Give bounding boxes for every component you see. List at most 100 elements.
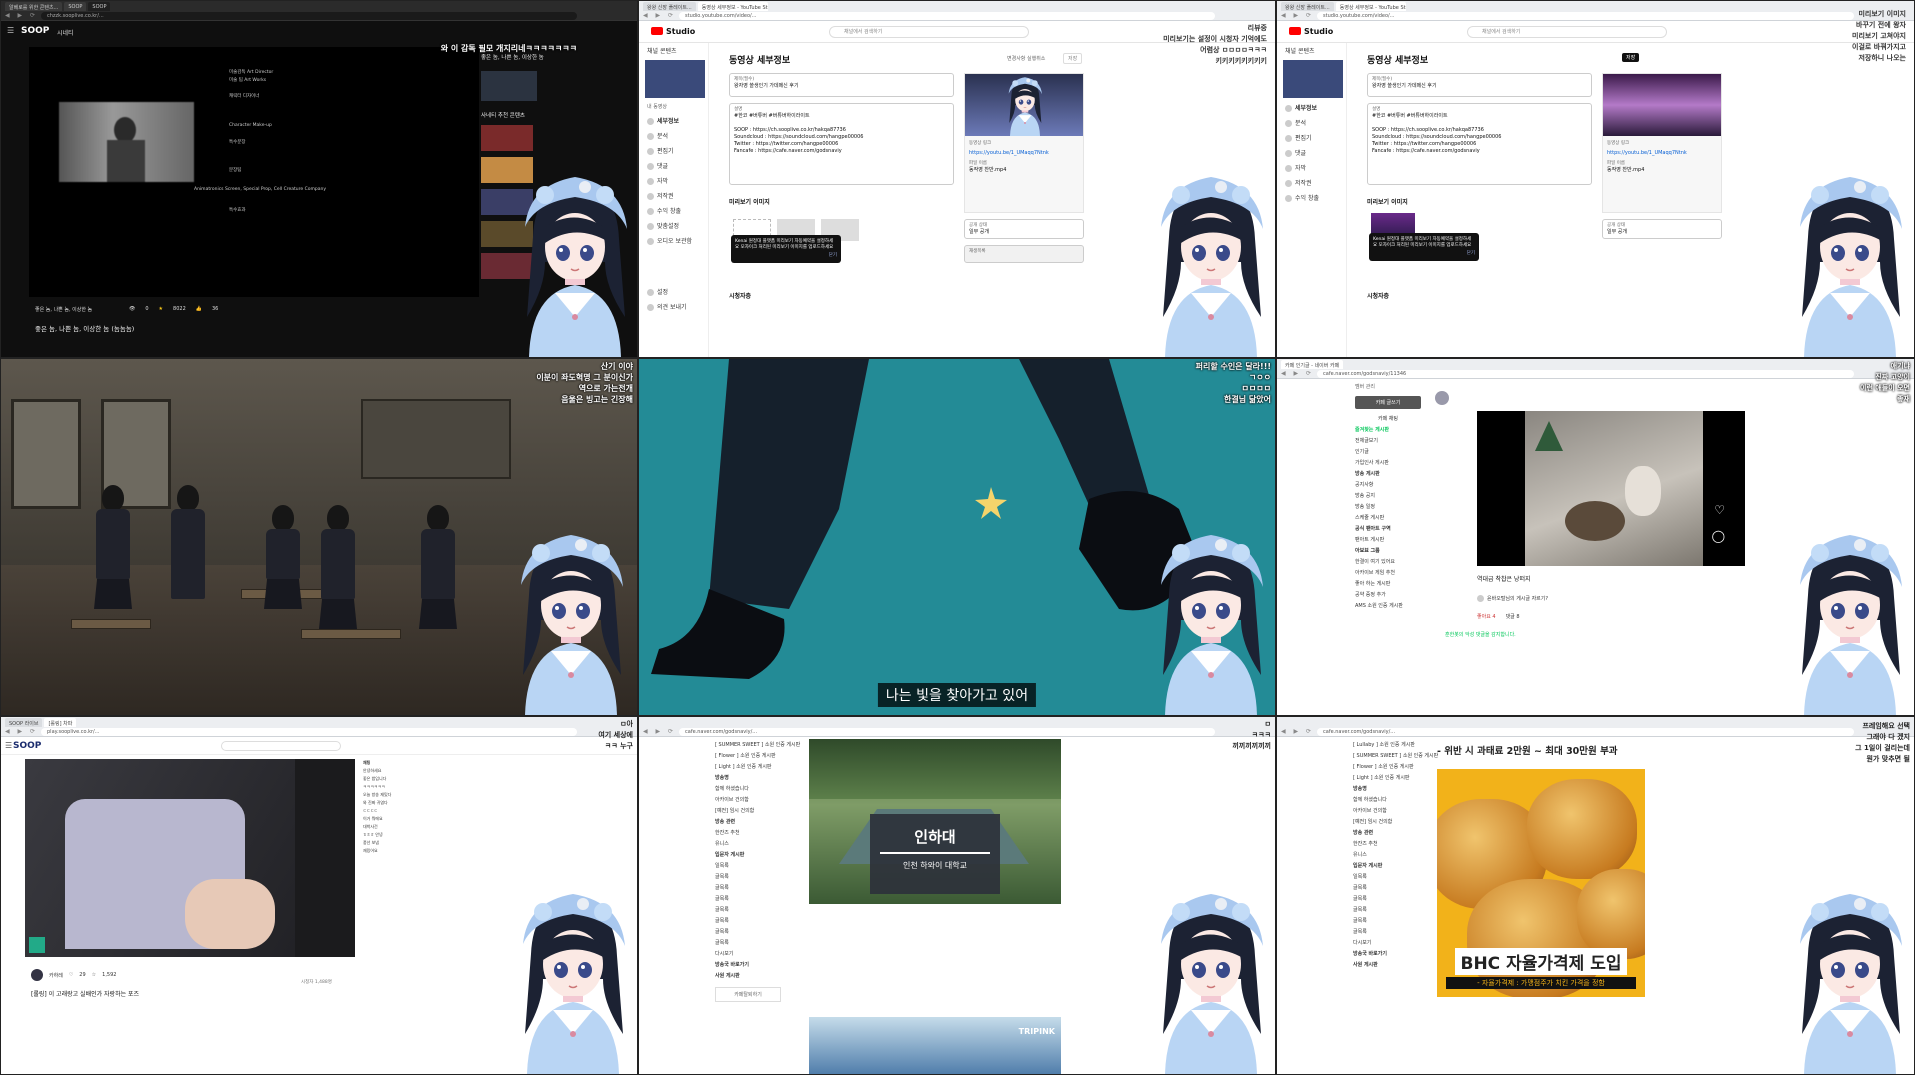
address-bar[interactable]: play.sooplive.co.kr/... [41,728,577,736]
board-link[interactable]: 한잔즈 추천 [1351,838,1421,849]
sidebar-item-copyright[interactable]: 저작권 [639,188,708,203]
board-link[interactable]: 다시보기 [1351,937,1421,948]
sidebar-item-settings[interactable]: 설정 [639,284,708,299]
soop-logo[interactable]: SOOP [21,26,49,36]
video-preview[interactable] [965,74,1083,136]
save-button[interactable]: 저장 [1622,53,1640,62]
heart-icon[interactable]: ♡ [69,972,73,978]
menu-icon[interactable]: ☰ [5,741,12,750]
board-link[interactable]: 사원 게시판 [1351,959,1421,970]
nav-buttons[interactable]: ◀ ▶ ⟳ [643,728,676,735]
board-link[interactable]: 글목록 [1351,904,1421,915]
board-link[interactable]: 팬아트 게시판 [1353,534,1423,545]
undo-button[interactable]: 변경사항 실행취소 [1007,55,1045,62]
soop-logo[interactable]: SOOP [13,741,41,751]
comment-count[interactable]: 댓글 8 [1506,613,1520,620]
sidebar-item-audio[interactable]: 오디오 보관함 [639,233,708,248]
sidebar-item-copyright[interactable]: 저작권 [1277,175,1346,190]
board-link[interactable]: [예전] 임시 건의함 [713,805,783,816]
visibility-select[interactable]: 공개 상태 일부 공개 [1602,219,1722,239]
sidebar-item-subtitles[interactable]: 자막 [639,173,708,188]
address-bar[interactable]: studio.youtube.com/video/... [1317,12,1854,20]
side-thumbnail[interactable] [481,71,537,101]
address-bar[interactable]: cafe.naver.com/godsnaviy/... [679,728,1215,736]
sidebar-item-comments[interactable]: 댓글 [1277,145,1346,160]
leave-cafe-button[interactable]: 카페탈퇴하기 [715,987,781,1002]
board-link[interactable]: [ Flower ] 소원 인증 게시판 [1351,761,1421,772]
streamer-name[interactable]: 카하레 [49,972,63,979]
star-icon[interactable]: ☆ [92,972,96,978]
board-link[interactable]: 글목록 [1351,893,1421,904]
board-link[interactable]: 공지사항 [1353,479,1423,490]
sidebar-item-earn[interactable]: 수익 창출 [1277,190,1346,205]
browser-tab[interactable]: 왕왕 신장 플레이트... [1281,2,1334,11]
board-link[interactable]: [ SUMMER SWEET ] 소원 인증 게시판 [713,739,800,750]
sidebar-item-comments[interactable]: 댓글 [639,158,708,173]
board-link[interactable]: 한결이 여기 있어요 [1353,556,1423,567]
video-player[interactable]: ♡ ◯ [1477,411,1745,566]
heart-icon[interactable]: ♡ [1714,503,1725,517]
video-preview[interactable] [1603,74,1721,136]
address-bar[interactable]: cafe.naver.com/godsnaviy/11346 [1317,370,1854,378]
board-link[interactable]: 글목록 [713,882,783,893]
board-link[interactable]: 전체글보기 [1353,435,1423,446]
sidebar-item-editor[interactable]: 편집기 [639,143,708,158]
studio-logo[interactable]: Studio [651,27,695,36]
browser-tab[interactable]: 왕왕 신장 플레이트... [643,2,696,11]
stream-player[interactable] [25,759,355,957]
rec-thumbnail[interactable] [481,125,533,151]
sidebar-item-custom[interactable]: 맞춤설정 [639,218,708,233]
board-link[interactable]: 아카이브 건의함 [1351,805,1421,816]
board-link[interactable]: 공약 증정 추가 [1353,589,1423,600]
title-field[interactable]: 제목(필수) 왕자영 쓸생인기 가데메신 후기 [729,73,954,97]
popup-close-button[interactable]: 닫기 [735,253,837,259]
board-link[interactable]: 사원 게시판 [713,970,783,981]
board-link[interactable]: 글목록 [713,915,783,926]
sidebar-back[interactable]: 채널 콘텐츠 [1277,43,1346,58]
nav-buttons[interactable]: ◀ ▶ ⟳ [5,12,38,19]
board-link[interactable]: 아카이브 건의함 [713,794,783,805]
avatar[interactable] [31,969,43,981]
browser-tab[interactable]: [롤링] 차파 [44,718,77,727]
board-link[interactable]: 일목록 [1351,871,1421,882]
comment-icon[interactable]: ◯ [1712,529,1725,543]
menu-icon[interactable]: ☰ [7,26,14,35]
sidebar-item-analytics[interactable]: 분석 [1277,115,1346,130]
board-link[interactable]: 글목록 [713,904,783,915]
cafe-write-button[interactable]: 카페 글쓰기 [1355,396,1421,409]
address-bar[interactable]: cafe.naver.com/godsnaviy/... [1317,728,1854,736]
board-link[interactable]: 방송국 바로가기 [713,959,783,970]
board-link[interactable]: [ Light ] 소원 인증 게시판 [713,761,783,772]
like-button[interactable]: 좋아요 4 [1477,613,1496,620]
thumbs-up-icon[interactable]: 👍 [196,306,202,312]
board-link[interactable]: 글목록 [713,937,783,948]
board-link[interactable]: [ Lullaby ] 소원 인증 게시판 [1351,739,1421,750]
sidebar-item-details[interactable]: 세부정보 [1277,100,1346,115]
board-link[interactable]: 인기글 [1353,446,1423,457]
sidebar-item-subtitles[interactable]: 자막 [1277,160,1346,175]
nav-buttons[interactable]: ◀ ▶ ⟳ [1281,370,1314,377]
board-link[interactable]: 아카이브 게임 추천 [1353,567,1423,578]
sidebar-item-feedback[interactable]: 의견 보내기 [639,299,708,314]
browser-tab[interactable]: SOOP 라이브 [5,718,43,727]
board-link[interactable]: 글목록 [713,871,783,882]
studio-logo[interactable]: Studio [1289,27,1333,36]
nav-buttons[interactable]: ◀ ▶ ⟳ [5,728,38,735]
address-bar[interactable]: studio.youtube.com/video/... [679,12,1215,20]
board-link[interactable]: 한잔즈 추천 [713,827,783,838]
search-input[interactable] [221,741,341,751]
browser-tab[interactable]: SOOP [88,2,111,11]
side-video-title[interactable]: 좋은 놈, 나쁜 놈, 이상한 놈 [481,53,544,61]
visibility-select[interactable]: 공개 상태 일부 공개 [964,219,1084,239]
studio-search[interactable]: 채널에서 검색하기 [1467,26,1667,38]
board-link[interactable]: 가입인사 게시판 [1353,457,1423,468]
browser-tab[interactable]: 알베로를 위한 콘텐츠... [5,2,63,11]
save-button[interactable]: 저장 [1063,53,1083,64]
board-link[interactable]: 스케줄 게시판 [1353,512,1423,523]
address-bar[interactable]: chzzk.sooplive.co.kr/... [41,12,577,20]
description-field[interactable]: 설명 #한코 #버튜버 #버튜버하이라이트 SOOP : https://ch.… [729,103,954,185]
video-player[interactable]: 미술감독 Art Director 미술 팀 Art Works 캐릭터 디자이… [29,47,479,297]
board-link[interactable]: [ Flower ] 소원 인증 게시판 [713,750,783,761]
board-link[interactable]: 글목록 [713,893,783,904]
sidebar-back[interactable]: 채널 콘텐츠 [639,43,708,58]
